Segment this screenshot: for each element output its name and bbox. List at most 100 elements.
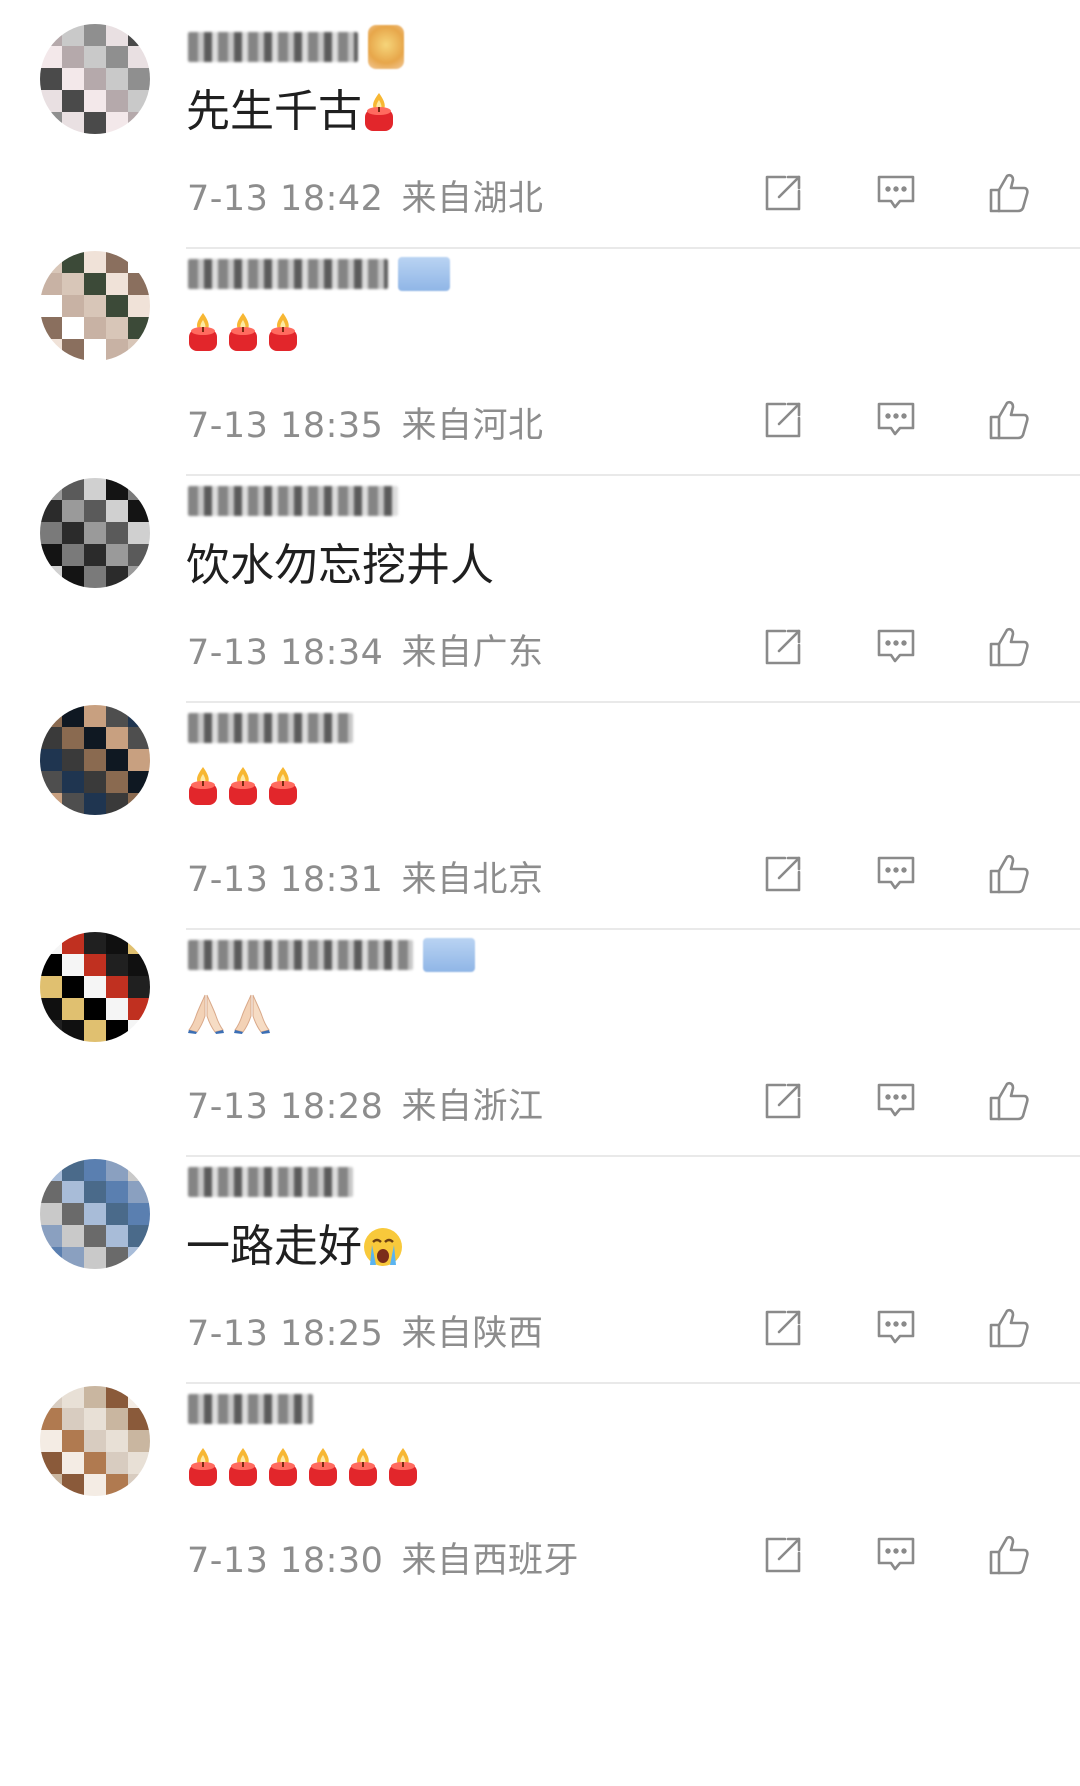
comment-location: 来自湖北 <box>401 179 544 219</box>
candle-emoji-icon <box>266 765 300 807</box>
like-button[interactable] <box>986 1534 1032 1580</box>
comment-meta: 7-13 18:34 来自广东 <box>187 624 543 675</box>
avatar[interactable] <box>40 478 150 588</box>
username[interactable] <box>188 936 475 974</box>
candle-emoji-icon <box>186 1446 220 1488</box>
username-obscured <box>188 1394 313 1424</box>
share-button[interactable] <box>760 1080 806 1126</box>
comment-meta: 7-13 18:25 来自陕西 <box>187 1305 543 1356</box>
avatar[interactable] <box>40 705 150 815</box>
candle-emoji-icon <box>306 1446 340 1488</box>
comment-content: 一路走好 <box>186 1219 410 1275</box>
like-button[interactable] <box>986 399 1032 445</box>
reply-button[interactable] <box>873 1080 919 1126</box>
reply-button[interactable] <box>873 1307 919 1353</box>
comment-icon <box>876 174 916 216</box>
thumbs-up-icon <box>988 626 1030 672</box>
share-icon <box>763 400 803 444</box>
comment-content <box>186 765 306 807</box>
thumbs-up-icon <box>988 1080 1030 1126</box>
comment-text: 先生千古 <box>186 86 362 137</box>
pray-emoji-icon <box>186 992 226 1034</box>
candle-emoji-icon <box>386 1446 420 1488</box>
candle-emoji-icon <box>362 91 396 133</box>
comment-meta: 7-13 18:35 来自河北 <box>187 397 543 448</box>
comment-location: 来自浙江 <box>401 1087 544 1127</box>
comment-icon <box>876 1309 916 1351</box>
username-obscured <box>188 940 413 970</box>
candle-emoji-icon <box>226 765 260 807</box>
username-obscured <box>188 486 398 516</box>
comment-meta: 7-13 18:28 来自浙江 <box>187 1078 543 1129</box>
comment-time: 7-13 18:42 <box>187 179 384 219</box>
avatar[interactable] <box>40 24 150 134</box>
comment-time: 7-13 18:28 <box>187 1087 384 1127</box>
share-icon <box>763 1308 803 1352</box>
share-button[interactable] <box>760 399 806 445</box>
share-icon <box>763 1535 803 1579</box>
like-button[interactable] <box>986 626 1032 672</box>
avatar[interactable] <box>40 1159 150 1269</box>
comment-icon <box>876 1536 916 1578</box>
comment-location: 来自广东 <box>401 633 544 673</box>
username[interactable] <box>188 482 398 520</box>
reply-button[interactable] <box>873 1534 919 1580</box>
thumbs-up-icon <box>988 399 1030 445</box>
avatar[interactable] <box>40 932 150 1042</box>
username-obscured <box>188 1167 353 1197</box>
comment-content <box>186 1446 426 1488</box>
comment-time: 7-13 18:35 <box>187 406 384 446</box>
comment-icon <box>876 855 916 897</box>
comment-item: 一路走好 7-13 18:25 来自陕西 <box>0 1135 1080 1393</box>
comment-content: 饮水勿忘挖井人 <box>186 538 494 594</box>
username[interactable] <box>188 255 450 293</box>
thumbs-up-icon <box>988 853 1030 899</box>
username[interactable] <box>188 1390 313 1428</box>
comment-location: 来自河北 <box>401 406 544 446</box>
user-badge-icon <box>423 938 475 972</box>
user-badge-icon <box>398 257 450 291</box>
candle-emoji-icon <box>266 1446 300 1488</box>
like-button[interactable] <box>986 853 1032 899</box>
candle-emoji-icon <box>346 1446 380 1488</box>
avatar[interactable] <box>40 251 150 361</box>
username[interactable] <box>188 1163 353 1201</box>
share-button[interactable] <box>760 1534 806 1580</box>
candle-emoji-icon <box>266 311 300 353</box>
candle-emoji-icon <box>186 765 220 807</box>
share-button[interactable] <box>760 626 806 672</box>
comment-meta: 7-13 18:31 来自北京 <box>187 851 543 902</box>
comment-icon <box>876 628 916 670</box>
comment-item: 先生千古 7-13 18:42 来自湖北 <box>0 0 1080 258</box>
like-button[interactable] <box>986 172 1032 218</box>
share-button[interactable] <box>760 853 806 899</box>
reply-button[interactable] <box>873 399 919 445</box>
thumbs-up-icon <box>988 1534 1030 1580</box>
comment-icon <box>876 401 916 443</box>
comment-location: 来自北京 <box>401 860 544 900</box>
share-button[interactable] <box>760 1307 806 1353</box>
username-obscured <box>188 259 388 289</box>
user-badge-icon <box>368 25 404 69</box>
username[interactable] <box>188 25 404 69</box>
username-obscured <box>188 713 353 743</box>
share-icon <box>763 854 803 898</box>
comment-text: 饮水勿忘挖井人 <box>186 540 494 591</box>
reply-button[interactable] <box>873 172 919 218</box>
comment-content <box>186 311 306 353</box>
comment-content: 先生千古 <box>186 84 402 140</box>
share-icon <box>763 173 803 217</box>
share-icon <box>763 1081 803 1125</box>
comment-item: 7-13 18:35 来自河北 <box>0 227 1080 485</box>
username[interactable] <box>188 709 353 747</box>
comment-item: 7-13 18:28 来自浙江 <box>0 908 1080 1166</box>
avatar[interactable] <box>40 1386 150 1496</box>
comment-item: 饮水勿忘挖井人 7-13 18:34 来自广东 <box>0 454 1080 712</box>
like-button[interactable] <box>986 1307 1032 1353</box>
thumbs-up-icon <box>988 172 1030 218</box>
reply-button[interactable] <box>873 626 919 672</box>
share-button[interactable] <box>760 172 806 218</box>
reply-button[interactable] <box>873 853 919 899</box>
like-button[interactable] <box>986 1080 1032 1126</box>
comment-content <box>186 992 278 1034</box>
